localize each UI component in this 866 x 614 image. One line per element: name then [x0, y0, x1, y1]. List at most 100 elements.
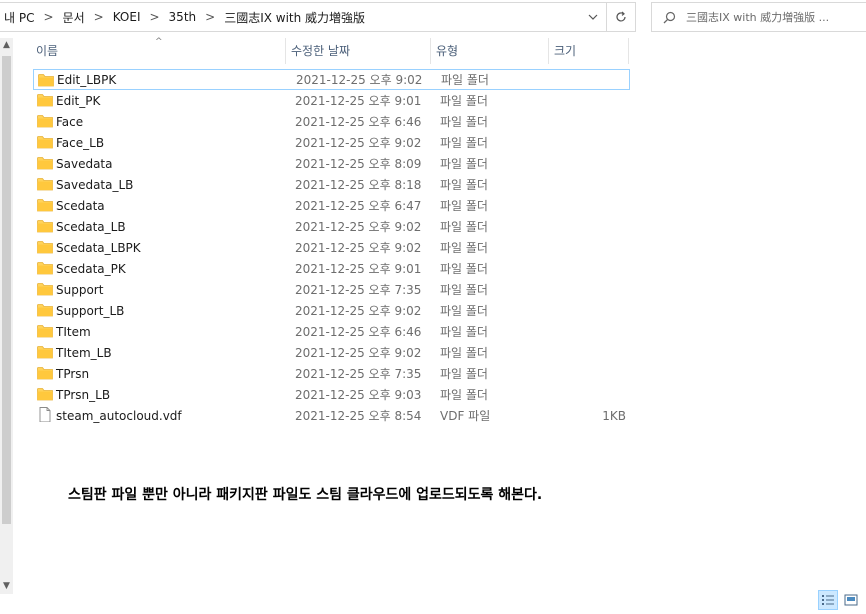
file-type: 파일 폴더 — [440, 94, 488, 108]
file-name: Savedata_LB — [56, 177, 134, 192]
file-modified-date: 2021-12-25 오후 9:02 — [295, 136, 422, 150]
folder-icon — [37, 366, 53, 380]
breadcrumb-item-koei[interactable]: KOEI — [113, 10, 141, 24]
sort-ascending-icon: ^ — [155, 37, 163, 47]
file-type: 파일 폴더 — [440, 157, 488, 171]
file-row[interactable]: Scedata 2021-12-25 오후 6:47 파일 폴더 — [33, 195, 630, 216]
column-type-label: 유형 — [436, 44, 459, 58]
file-row[interactable]: Savedata_LB 2021-12-25 오후 8:18 파일 폴더 — [33, 174, 630, 195]
breadcrumb-separator-icon[interactable]: > — [43, 10, 53, 24]
breadcrumb-item-this-pc[interactable]: 내 PC — [4, 9, 34, 26]
file-name: TItem_LB — [56, 345, 112, 360]
file-modified-date: 2021-12-25 오후 6:46 — [295, 325, 422, 339]
scrollbar-thumb[interactable] — [2, 56, 11, 524]
address-bar[interactable]: 내 PC > 문서 > KOEI > 35th > 三國志IX with 威力増… — [0, 2, 636, 32]
file-size: 1KB — [602, 408, 626, 423]
file-modified-date: 2021-12-25 오후 7:35 — [295, 367, 422, 381]
breadcrumb-separator-icon[interactable]: > — [205, 10, 215, 24]
file-row[interactable]: Face 2021-12-25 오후 6:46 파일 폴더 — [33, 111, 630, 132]
file-row[interactable]: Face_LB 2021-12-25 오후 9:02 파일 폴더 — [33, 132, 630, 153]
search-icon — [652, 11, 686, 24]
file-type: 파일 폴더 — [440, 136, 488, 150]
file-modified-date: 2021-12-25 오후 9:02 — [295, 241, 422, 255]
scroll-down-arrow-icon[interactable]: ▼ — [0, 581, 13, 591]
file-modified-date: 2021-12-25 오후 9:01 — [295, 94, 422, 108]
file-row[interactable]: Support 2021-12-25 오후 7:35 파일 폴더 — [33, 279, 630, 300]
search-box[interactable] — [651, 2, 866, 32]
search-input[interactable] — [686, 10, 861, 24]
file-name: steam_autocloud.vdf — [56, 408, 182, 423]
file-type: VDF 파일 — [440, 409, 491, 423]
refresh-button[interactable] — [606, 3, 635, 31]
file-row[interactable]: TPrsn_LB 2021-12-25 오후 9:03 파일 폴더 — [33, 384, 630, 405]
column-header-modified[interactable]: 수정한 날짜 — [286, 38, 431, 64]
vertical-scrollbar[interactable]: ▲ ▼ — [0, 38, 13, 594]
file-modified-date: 2021-12-25 오후 8:18 — [295, 178, 422, 192]
file-name: Scedata_LBPK — [56, 240, 141, 255]
breadcrumb-item-current-folder[interactable]: 三國志IX with 威力増強版 — [224, 9, 365, 26]
file-row[interactable]: Edit_PK 2021-12-25 오후 9:01 파일 폴더 — [33, 90, 630, 111]
file-row[interactable]: Scedata_LBPK 2021-12-25 오후 9:02 파일 폴더 — [33, 237, 630, 258]
file-modified-date: 2021-12-25 오후 9:02 — [295, 220, 422, 234]
folder-icon — [37, 282, 53, 296]
annotation-text: 스팀판 파일 뿐만 아니라 패키지판 파일도 스팀 클라우드에 업로드되도록 해… — [68, 487, 543, 503]
column-header: ^ 이름 수정한 날짜 유형 크기 — [31, 37, 629, 64]
file-row[interactable]: TPrsn 2021-12-25 오후 7:35 파일 폴더 — [33, 363, 630, 384]
breadcrumb-separator-icon[interactable]: > — [94, 10, 104, 24]
file-name: Edit_LBPK — [57, 72, 117, 87]
column-header-name[interactable]: ^ 이름 — [31, 37, 286, 64]
file-type: 파일 폴더 — [440, 199, 488, 213]
file-type: 파일 폴더 — [440, 283, 488, 297]
folder-icon — [37, 324, 53, 338]
column-header-type[interactable]: 유형 — [431, 38, 549, 64]
folder-icon — [37, 240, 53, 254]
breadcrumb: 내 PC > 문서 > KOEI > 35th > 三國志IX with 威力増… — [0, 9, 580, 26]
file-type: 파일 폴더 — [440, 241, 488, 255]
file-type: 파일 폴더 — [440, 262, 488, 276]
file-row[interactable]: Edit_LBPK 2021-12-25 오후 9:02 파일 폴더 — [33, 69, 630, 90]
file-row[interactable]: Scedata_LB 2021-12-25 오후 9:02 파일 폴더 — [33, 216, 630, 237]
file-modified-date: 2021-12-25 오후 8:09 — [295, 157, 422, 171]
column-modified-label: 수정한 날짜 — [291, 44, 351, 58]
file-icon — [37, 407, 53, 423]
file-name: Scedata — [56, 198, 105, 213]
large-icons-view-button[interactable] — [841, 590, 861, 610]
file-type: 파일 폴더 — [441, 73, 489, 87]
file-row[interactable]: Scedata_PK 2021-12-25 오후 9:01 파일 폴더 — [33, 258, 630, 279]
column-size-label: 크기 — [554, 44, 577, 58]
breadcrumb-separator-icon[interactable]: > — [149, 10, 159, 24]
file-type: 파일 폴더 — [440, 346, 488, 360]
file-row[interactable]: Support_LB 2021-12-25 오후 9:02 파일 폴더 — [33, 300, 630, 321]
scroll-up-arrow-icon[interactable]: ▲ — [0, 40, 13, 50]
breadcrumb-item-35th[interactable]: 35th — [169, 10, 197, 24]
file-type: 파일 폴더 — [440, 220, 488, 234]
folder-icon — [37, 261, 53, 275]
chevron-down-icon — [588, 14, 598, 20]
file-type: 파일 폴더 — [440, 325, 488, 339]
folder-icon — [38, 73, 54, 87]
file-name: Scedata_LB — [56, 219, 126, 234]
file-name: Savedata — [56, 156, 113, 171]
file-type: 파일 폴더 — [440, 178, 488, 192]
details-view-button[interactable] — [818, 590, 838, 610]
breadcrumb-item-documents[interactable]: 문서 — [63, 9, 85, 26]
address-history-dropdown[interactable] — [580, 3, 606, 31]
folder-icon — [37, 135, 53, 149]
file-modified-date: 2021-12-25 오후 9:02 — [296, 73, 423, 87]
folder-icon — [37, 156, 53, 170]
file-row[interactable]: Savedata 2021-12-25 오후 8:09 파일 폴더 — [33, 153, 630, 174]
folder-icon — [37, 114, 53, 128]
large-icons-view-icon — [844, 594, 858, 606]
file-row[interactable]: TItem 2021-12-25 오후 6:46 파일 폴더 — [33, 321, 630, 342]
column-header-size[interactable]: 크기 — [549, 38, 629, 64]
file-modified-date: 2021-12-25 오후 9:02 — [295, 304, 422, 318]
file-name: Scedata_PK — [56, 261, 126, 276]
file-row[interactable]: steam_autocloud.vdf 2021-12-25 오후 8:54 VDF… — [33, 405, 630, 426]
file-name: Face_LB — [56, 135, 105, 150]
folder-icon — [37, 303, 53, 317]
refresh-icon — [616, 11, 626, 22]
file-row[interactable]: TItem_LB 2021-12-25 오후 9:02 파일 폴더 — [33, 342, 630, 363]
folder-icon — [37, 93, 53, 107]
file-modified-date: 2021-12-25 오후 6:47 — [295, 199, 422, 213]
file-name: Face — [56, 114, 84, 129]
